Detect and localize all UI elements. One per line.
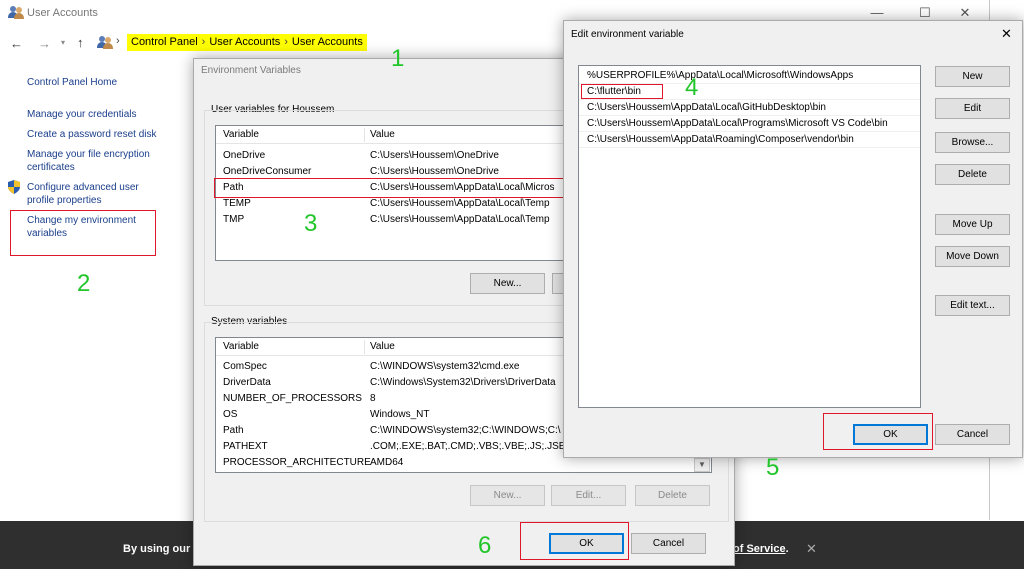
location-users-icon	[97, 35, 113, 49]
annotation-box-5	[823, 413, 933, 450]
path-entry[interactable]: %USERPROFILE%\AppData\Local\Microsoft\Wi…	[579, 68, 920, 84]
recent-pages-chevron-icon[interactable]: ▾	[61, 38, 65, 47]
terms-of-service-link[interactable]: of Service	[733, 543, 786, 555]
dialog-title: Environment Variables	[201, 65, 301, 76]
new-entry-button[interactable]: New	[935, 66, 1010, 87]
breadcrumb-user-accounts-current[interactable]: User Accounts	[292, 36, 363, 48]
dialog-close-icon[interactable]: ✕	[1001, 26, 1012, 42]
column-divider	[364, 128, 365, 142]
variable-value: 8	[370, 393, 376, 404]
path-rows: %USERPROFILE%\AppData\Local\Microsoft\Wi…	[579, 68, 920, 148]
back-arrow-icon[interactable]: ←	[10, 36, 23, 51]
delete-entry-button[interactable]: Delete	[935, 164, 1010, 185]
variable-value: C:\Users\Houssem\AppData\Local\Temp	[370, 198, 550, 209]
cookie-terms-text: of Service.	[733, 543, 789, 555]
breadcrumb: Control Panel › User Accounts › User Account…	[127, 34, 367, 51]
system-new-button[interactable]: New...	[470, 485, 545, 506]
variable-value: C:\WINDOWS\system32\cmd.exe	[370, 361, 520, 372]
variable-value: AMD64	[370, 457, 404, 468]
breadcrumb-control-panel[interactable]: Control Panel	[131, 36, 198, 48]
scroll-down-icon[interactable]: ▼	[694, 458, 710, 472]
annotation-box-6	[520, 522, 629, 560]
move-up-button[interactable]: Move Up	[935, 214, 1010, 235]
annotation-number-1: 1	[391, 45, 405, 72]
variable-name: NUMBER_OF_PROCESSORS	[223, 393, 362, 404]
advanced-profile-line-1: Configure advanced user	[27, 182, 139, 193]
column-header-value[interactable]: Value	[370, 338, 395, 356]
file-encryption-line-2: certificates	[27, 162, 75, 173]
variable-value: .COM;.EXE;.BAT;.CMD;.VBS;.VBE;.JS;.JSE;.…	[370, 441, 581, 452]
variable-value: C:\Users\Houssem\AppData\Local\Temp	[370, 214, 550, 225]
window-title: User Accounts	[27, 7, 98, 19]
advanced-profile-link[interactable]: Configure advanced user profile properti…	[27, 181, 139, 207]
browse-button[interactable]: Browse...	[935, 132, 1010, 153]
path-entry[interactable]: C:\Users\Houssem\AppData\Roaming\Compose…	[579, 132, 920, 148]
variable-name: ComSpec	[223, 361, 267, 372]
column-header-variable[interactable]: Variable	[223, 338, 259, 356]
column-divider	[364, 340, 365, 354]
advanced-profile-line-2: profile properties	[27, 195, 102, 206]
control-panel-home-link[interactable]: Control Panel Home	[27, 76, 117, 89]
variable-value: C:\WINDOWS\system32;C:\WINDOWS;C:\	[370, 425, 561, 436]
breadcrumb-user-accounts[interactable]: User Accounts	[209, 36, 280, 48]
system-edit-button[interactable]: Edit...	[551, 485, 626, 506]
cookie-close-icon[interactable]: ✕	[806, 541, 817, 557]
cancel-button[interactable]: Cancel	[631, 533, 706, 554]
system-delete-button[interactable]: Delete	[635, 485, 710, 506]
dialog-title: Edit environment variable	[571, 29, 684, 40]
variable-name: OneDrive	[223, 150, 266, 161]
variable-name: TMP	[223, 214, 245, 225]
forward-arrow-icon[interactable]: →	[38, 36, 51, 51]
path-entry[interactable]: C:\Users\Houssem\AppData\Local\GitHubDes…	[579, 100, 920, 116]
cookie-period: .	[785, 543, 789, 555]
variable-name: PATHEXT	[223, 441, 268, 452]
annotation-box-3	[214, 178, 566, 198]
create-reset-disk-link[interactable]: Create a password reset disk	[27, 128, 157, 141]
breadcrumb-separator-icon: ›	[201, 36, 206, 48]
path-entry[interactable]: C:\Users\Houssem\AppData\Local\Programs\…	[579, 116, 920, 132]
edit-text-button[interactable]: Edit text...	[935, 295, 1010, 316]
manage-credentials-link[interactable]: Manage your credentials	[27, 108, 137, 121]
user-new-button[interactable]: New...	[470, 273, 545, 294]
breadcrumb-separator-icon: ›	[284, 36, 288, 48]
variable-name: Path	[223, 425, 244, 436]
annotation-box-2	[10, 210, 156, 256]
annotation-number-6: 6	[478, 532, 492, 559]
variable-value: Windows_NT	[370, 409, 430, 420]
cookie-text-left: By using our s	[123, 543, 200, 555]
annotation-box-4	[581, 84, 663, 99]
uac-shield-icon	[8, 180, 20, 194]
column-header-variable[interactable]: Variable	[223, 126, 259, 144]
annotation-number-2: 2	[77, 270, 91, 297]
up-arrow-icon[interactable]: ↑	[77, 35, 84, 50]
file-encryption-line-1: Manage your file encryption	[27, 149, 150, 160]
variable-value: C:\Users\Houssem\OneDrive	[370, 150, 499, 161]
edit-entry-button[interactable]: Edit	[935, 98, 1010, 119]
users-icon	[8, 5, 24, 19]
file-encryption-link[interactable]: Manage your file encryption certificates	[27, 148, 150, 174]
variable-name: OS	[223, 409, 238, 420]
annotation-number-3: 3	[304, 210, 318, 237]
annotation-number-4: 4	[685, 74, 699, 101]
variable-name: TEMP	[223, 198, 251, 209]
cancel-button[interactable]: Cancel	[935, 424, 1010, 445]
variable-name: DriverData	[223, 377, 271, 388]
column-header-value[interactable]: Value	[370, 126, 395, 144]
variable-value: C:\Windows\System32\Drivers\DriverData	[370, 377, 556, 388]
breadcrumb-chevron-icon: ›	[116, 35, 120, 47]
variable-name: PROCESSOR_ARCHITECTURE	[223, 457, 371, 468]
edit-environment-variable-dialog: Edit environment variable ✕ %USERPROFILE…	[563, 20, 1023, 458]
move-down-button[interactable]: Move Down	[935, 246, 1010, 267]
path-entries-list[interactable]: %USERPROFILE%\AppData\Local\Microsoft\Wi…	[578, 65, 921, 408]
annotation-number-5: 5	[766, 454, 780, 481]
